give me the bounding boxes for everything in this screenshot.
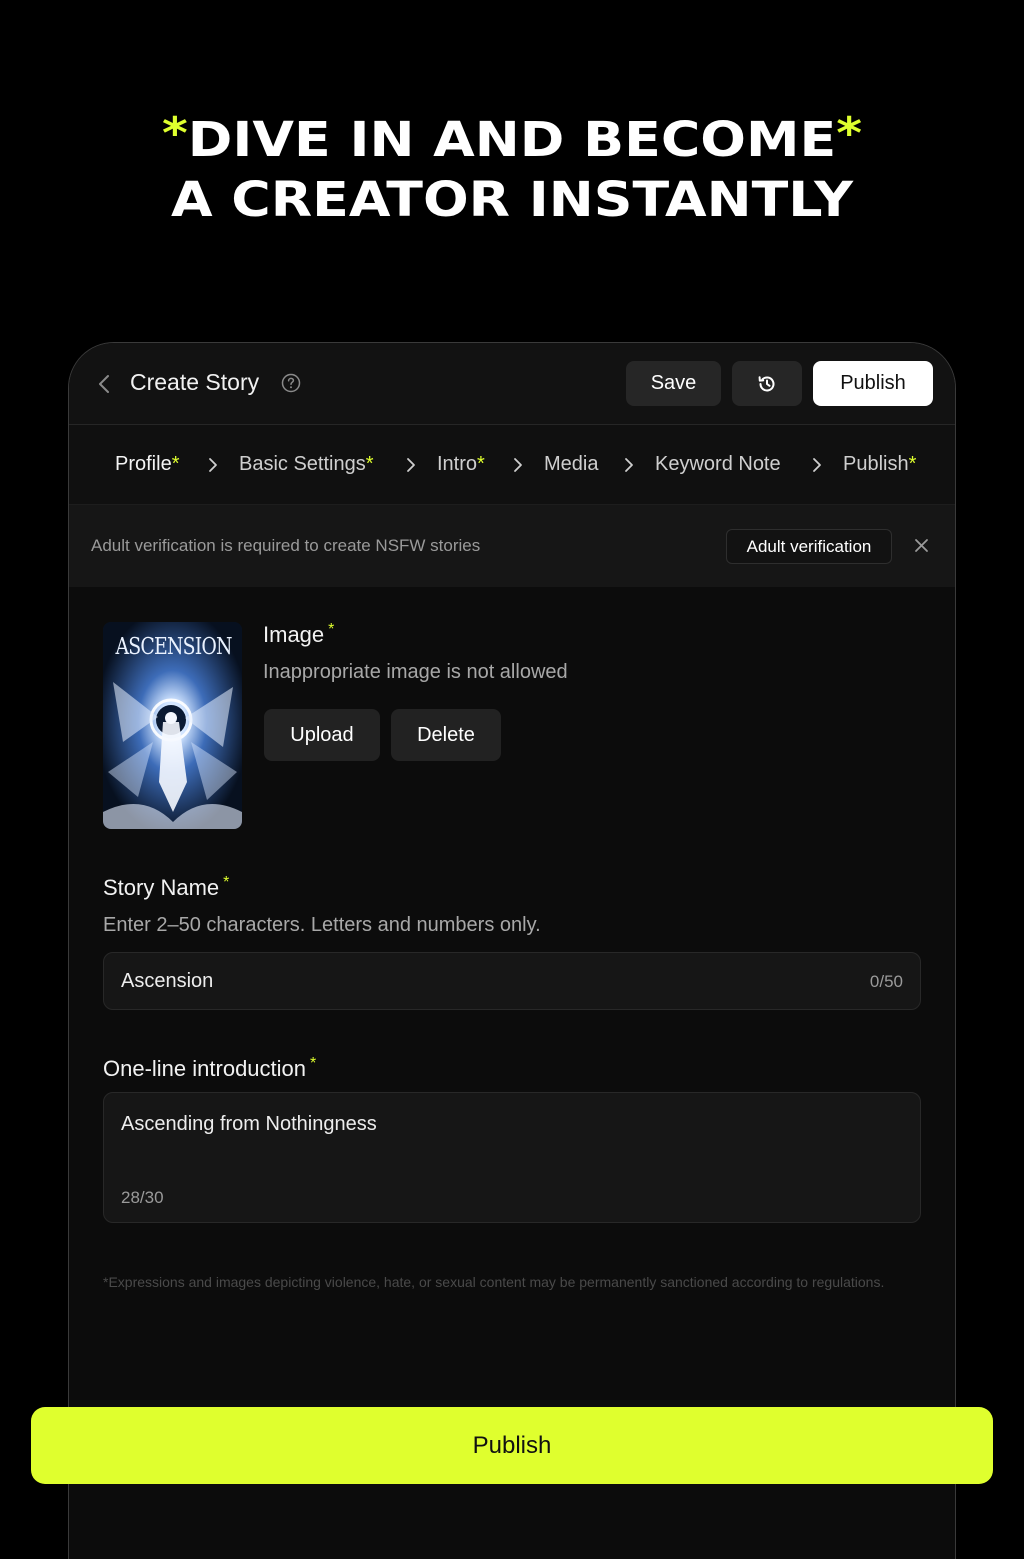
top-bar: Create Story Save Publish xyxy=(69,343,955,425)
delete-button[interactable]: Delete xyxy=(391,709,501,761)
history-button[interactable] xyxy=(732,361,802,406)
headline-line-1: *DIVE IN AND BECOME* xyxy=(162,108,862,168)
page-title: Create Story xyxy=(130,369,260,395)
image-hint: Inappropriate image is not allowed xyxy=(263,661,568,683)
step-intro[interactable]: Intro* xyxy=(437,453,485,476)
publish-cta-button[interactable]: Publish xyxy=(31,1407,993,1484)
story-name-value: Ascension xyxy=(121,970,214,992)
banner-text: Adult verification is required to create… xyxy=(91,536,481,555)
history-icon xyxy=(758,375,775,391)
help-icon[interactable] xyxy=(281,373,301,393)
story-name-label: Story Name * xyxy=(103,874,230,900)
chevron-right-icon xyxy=(407,458,415,472)
chevron-right-icon xyxy=(514,458,522,472)
intro-value: Ascending from Nothingness xyxy=(121,1113,377,1135)
back-chevron-icon[interactable] xyxy=(95,373,115,395)
headline: *DIVE IN AND BECOME* A CREATOR INSTANTLY xyxy=(0,104,1024,230)
cover-title: ASCENSION xyxy=(115,634,233,660)
content-disclaimer: *Expressions and images depicting violen… xyxy=(103,1274,885,1290)
chevron-right-icon xyxy=(209,458,217,472)
cover-image: ASCENSION xyxy=(103,622,242,829)
adult-verification-banner: Adult verification is required to create… xyxy=(69,505,955,587)
step-basic-settings[interactable]: Basic Settings* xyxy=(239,453,374,476)
chevron-right-icon xyxy=(813,458,821,472)
close-icon[interactable] xyxy=(914,538,929,553)
intro-label: One-line introduction * xyxy=(103,1055,317,1081)
step-keyword-note[interactable]: Keyword Note xyxy=(655,453,781,476)
chevron-right-icon xyxy=(625,458,633,472)
story-name-hint: Enter 2–50 characters. Letters and numbe… xyxy=(103,914,541,936)
image-label: Image * xyxy=(263,621,335,647)
publish-button[interactable]: Publish xyxy=(813,361,933,406)
upload-button[interactable]: Upload xyxy=(264,709,380,761)
intro-counter: 28/30 xyxy=(121,1188,164,1207)
save-button[interactable]: Save xyxy=(626,361,721,406)
story-name-input[interactable]: Ascension 0/50 xyxy=(103,952,921,1010)
step-profile[interactable]: Profile* xyxy=(115,453,180,476)
step-publish[interactable]: Publish* xyxy=(843,453,916,476)
headline-line-2: A CREATOR INSTANTLY xyxy=(170,172,854,228)
intro-textarea[interactable]: Ascending from Nothingness 28/30 xyxy=(103,1092,921,1223)
story-name-counter: 0/50 xyxy=(869,972,903,991)
device-frame: Create Story Save Publish Profile* Basic… xyxy=(68,342,956,1559)
adult-verification-button[interactable]: Adult verification xyxy=(726,529,892,564)
step-media[interactable]: Media xyxy=(544,453,598,476)
step-breadcrumb: Profile* Basic Settings* Intro* Media Ke… xyxy=(69,425,955,505)
